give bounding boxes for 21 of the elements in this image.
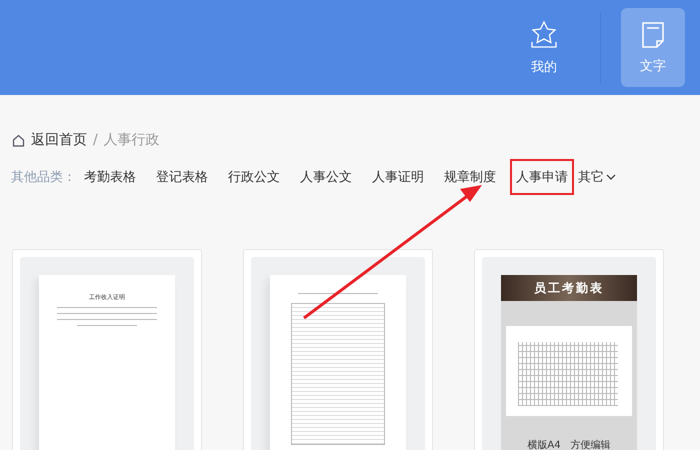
template-card[interactable] [243, 249, 433, 450]
chevron-down-icon [606, 174, 616, 180]
home-link[interactable]: 返回首页 [31, 131, 87, 149]
home-icon [12, 134, 25, 146]
preview-caption: 横版A4 方便编辑 [527, 438, 611, 450]
note-icon [640, 20, 666, 48]
star-tray-icon [530, 20, 558, 50]
category-link[interactable]: 规章制度 [438, 159, 502, 195]
category-link[interactable]: 考勤表格 [78, 159, 142, 195]
more-dropdown[interactable]: 其它 [578, 168, 616, 186]
category-link[interactable]: 行政公文 [222, 159, 286, 195]
category-label: 其他品类： [11, 169, 76, 186]
category-link[interactable]: 人事申请 [510, 159, 574, 195]
category-link[interactable]: 人事公文 [294, 159, 358, 195]
category-link[interactable]: 人事证明 [366, 159, 430, 195]
category-link[interactable]: 登记表格 [150, 159, 214, 195]
nav-button[interactable]: 我的 [512, 8, 576, 87]
template-card[interactable]: 员工考勤表 横版A4 方便编辑 [474, 249, 664, 450]
breadcrumb-separator: / [93, 132, 98, 148]
preview-title: 员工考勤表 [534, 280, 604, 296]
breadcrumb-current: 人事行政 [104, 131, 160, 149]
